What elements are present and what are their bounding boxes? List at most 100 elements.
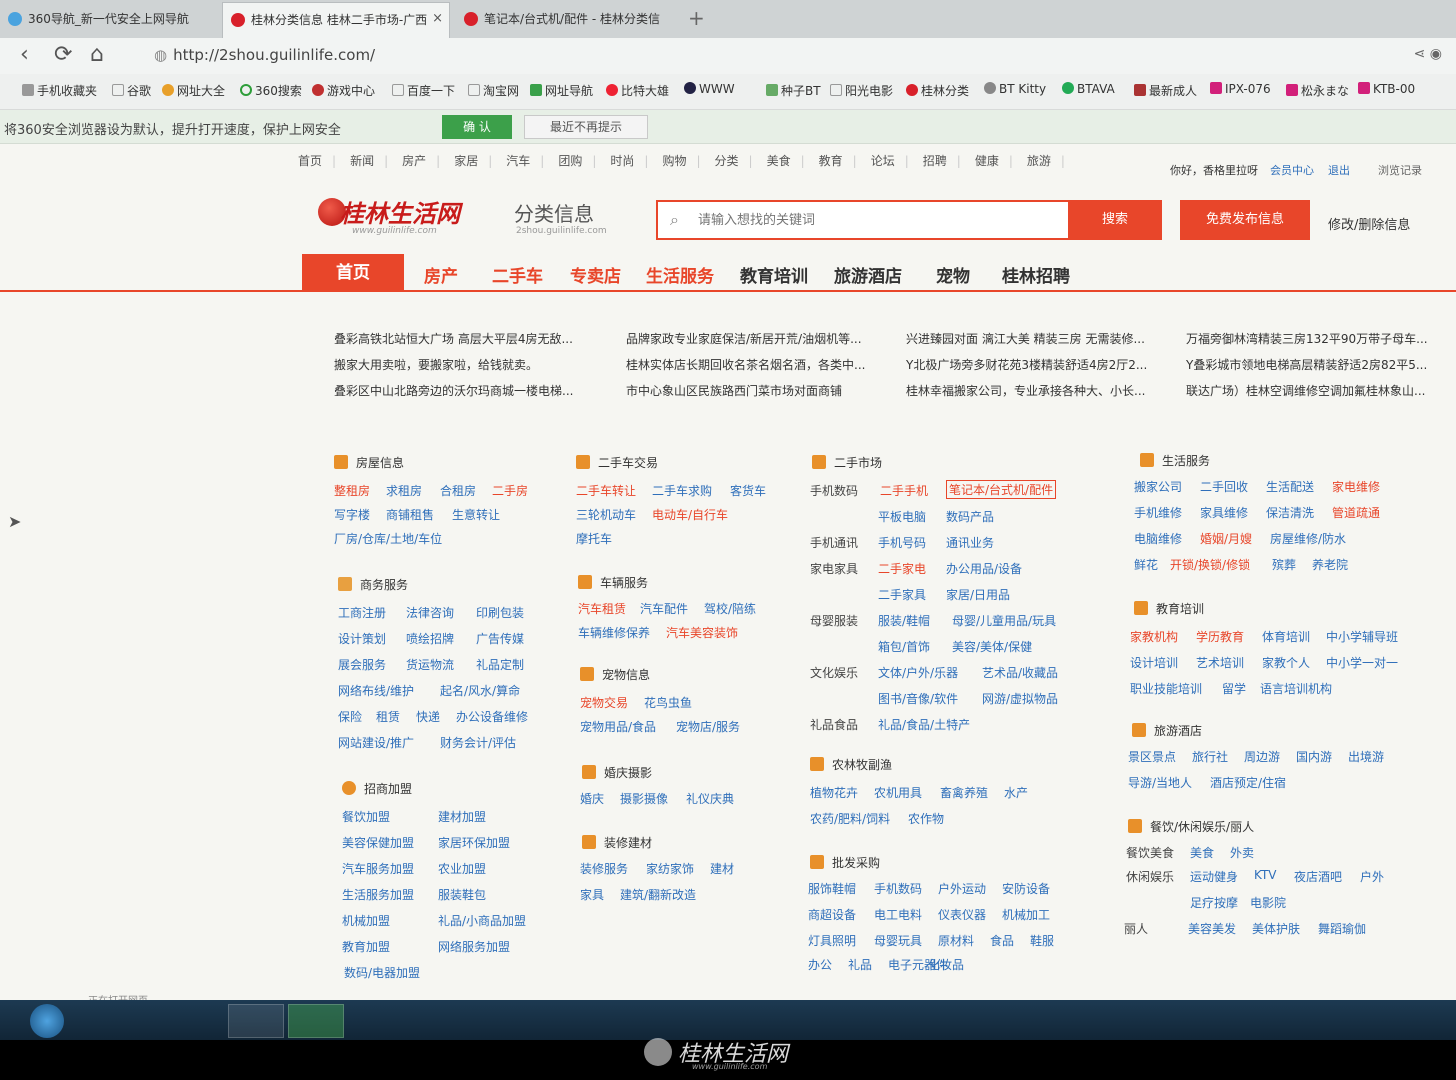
link[interactable]: 数码产品 (946, 508, 994, 525)
link[interactable]: 教育加盟 (342, 938, 390, 955)
link[interactable]: 摄影摄像 (620, 790, 668, 807)
bookmark-item[interactable]: BTAVA (1062, 82, 1115, 96)
link[interactable]: 二手车求购 (652, 482, 712, 499)
link[interactable]: 建筑/翻新改造 (620, 886, 696, 903)
topnav-item[interactable]: 汽车 (506, 154, 544, 168)
bookmark-item[interactable]: 百度一下 (392, 82, 455, 99)
logout-link[interactable]: 退出 (1328, 162, 1350, 178)
headline-link[interactable]: 搬家大用卖啦，要搬家啦，给钱就卖。 (334, 356, 606, 373)
link[interactable]: 电工电料 (874, 906, 922, 923)
bookmark-item[interactable]: 松永まな (1286, 82, 1349, 99)
topnav-item[interactable]: 房产 (402, 154, 440, 168)
link[interactable]: 水产 (1004, 784, 1028, 801)
link[interactable]: 出境游 (1348, 748, 1384, 765)
home-icon[interactable]: ⌂ (90, 42, 104, 67)
link[interactable]: 鞋服 (1030, 932, 1054, 949)
bookmark-item[interactable]: 种子BT (766, 82, 821, 99)
headline-link[interactable]: 品牌家政专业家庭保洁/新居开荒/油烟机等... (626, 330, 898, 347)
link[interactable]: 保险 (338, 708, 362, 725)
bookmark-item[interactable]: 网址导航 (530, 82, 593, 99)
link[interactable]: 生活配送 (1266, 478, 1314, 495)
link[interactable]: 汽车美容装饰 (666, 624, 738, 641)
link[interactable]: 职业技能培训 (1130, 680, 1202, 697)
share-icon[interactable]: ⋖ ◉ (1414, 46, 1442, 62)
topnav-item[interactable]: 家居 (454, 154, 492, 168)
category-food-fun-beauty[interactable]: 餐饮/休闲娱乐/丽人 (1128, 818, 1254, 835)
link[interactable]: 语言培训机构 (1260, 680, 1332, 697)
link[interactable]: 文体/户外/乐器 (878, 664, 958, 681)
history-dropdown[interactable]: 浏览记录 (1378, 162, 1422, 178)
close-tab-icon[interactable]: × (432, 11, 443, 26)
link[interactable]: 母婴/儿童用品/玩具 (952, 612, 1056, 629)
headline-link[interactable]: 万福旁御林湾精装三房132平90万带子母车... (1186, 330, 1448, 347)
link[interactable]: 灯具照明 (808, 932, 856, 949)
topnav-item[interactable]: 首页 (298, 154, 336, 168)
topnav-item[interactable]: 团购 (558, 154, 596, 168)
link[interactable]: 摩托车 (576, 530, 612, 547)
link[interactable]: 花鸟虫鱼 (644, 694, 692, 711)
link[interactable]: 礼品 (848, 956, 872, 973)
bookmark-item[interactable]: IPX-076 (1210, 82, 1271, 96)
link[interactable]: 服饰鞋帽 (808, 880, 856, 897)
link[interactable]: 房屋维修/防水 (1270, 530, 1346, 547)
link[interactable]: 景区景点 (1128, 748, 1176, 765)
topnav-item[interactable]: 购物 (662, 154, 700, 168)
bookmark-item[interactable]: 360搜索 (240, 82, 302, 99)
link[interactable]: 婚庆 (580, 790, 604, 807)
link[interactable]: 三轮机动车 (576, 506, 636, 523)
headline-link[interactable]: Y叠彩城市领地电梯高层精装舒适2房82平5... (1186, 356, 1448, 373)
bookmark-item[interactable]: 最新成人 (1134, 82, 1197, 99)
link[interactable]: 养老院 (1312, 556, 1348, 573)
link[interactable]: 农药/肥料/饲料 (810, 810, 890, 827)
link[interactable]: 通讯业务 (946, 534, 994, 551)
dismiss-button[interactable]: 最近不再提示 (524, 115, 648, 139)
link[interactable]: 家居/日用品 (946, 586, 1010, 603)
link[interactable]: 广告传媒 (476, 630, 524, 647)
link[interactable]: 法律咨询 (406, 604, 454, 621)
member-center-link[interactable]: 会员中心 (1270, 162, 1314, 178)
link[interactable]: 家纺家饰 (646, 860, 694, 877)
link[interactable]: 商铺租售 (386, 506, 434, 523)
link[interactable]: 殡葬 (1272, 556, 1296, 573)
tab-guilin-fenlei[interactable]: 桂林分类信息 桂林二手市场-广西 × (222, 2, 450, 38)
link[interactable]: 服装鞋包 (438, 886, 486, 903)
topnav-item[interactable]: 美食 (767, 154, 805, 168)
link[interactable]: 网游/虚拟物品 (982, 690, 1058, 707)
link[interactable]: 二手房 (492, 482, 528, 499)
headline-link[interactable]: 叠彩区中山北路旁边的沃尔玛商城一楼电梯... (334, 382, 606, 399)
link[interactable]: 美容美发 (1188, 920, 1236, 937)
refresh-icon[interactable]: ⟳ (54, 42, 72, 67)
link[interactable]: 足疗按摩 (1190, 894, 1238, 911)
link[interactable]: 体育培训 (1262, 628, 1310, 645)
link[interactable]: 生活服务加盟 (342, 886, 414, 903)
link[interactable]: 原材料 (938, 932, 974, 949)
start-button[interactable] (30, 1004, 64, 1038)
link[interactable]: 夜店酒吧 (1294, 868, 1342, 885)
link[interactable]: 周边游 (1244, 748, 1280, 765)
link[interactable]: 外卖 (1230, 844, 1254, 861)
link[interactable]: 舞蹈瑜伽 (1318, 920, 1366, 937)
headline-link[interactable]: 叠彩高铁北站恒大广场 高层大平层4房无敌... (334, 330, 606, 347)
link[interactable]: 礼品/食品/土特产 (878, 716, 970, 733)
link[interactable]: 艺术品/收藏品 (982, 664, 1058, 681)
link[interactable]: 汽车服务加盟 (342, 860, 414, 877)
back-icon[interactable]: ‹ (20, 42, 29, 67)
link[interactable]: 合租房 (440, 482, 476, 499)
link[interactable]: 农作物 (908, 810, 944, 827)
nav-education[interactable]: 教育培训 (740, 262, 808, 287)
link[interactable]: 驾校/陪练 (704, 600, 756, 617)
link[interactable]: 装修服务 (580, 860, 628, 877)
headline-link[interactable]: Y北极广场旁多财花苑3楼精装舒适4房2厅2... (906, 356, 1178, 373)
bookmark-item[interactable]: 谷歌 (112, 82, 151, 99)
link[interactable]: 仪表仪器 (938, 906, 986, 923)
category-wedding[interactable]: 婚庆摄影 (582, 764, 652, 781)
link[interactable]: 管道疏通 (1332, 504, 1380, 521)
bookmark-item[interactable]: WWW (684, 82, 735, 96)
link[interactable]: 设计策划 (338, 630, 386, 647)
category-second-hand[interactable]: 二手市场 (812, 454, 882, 471)
link[interactable]: 二手家具 (878, 586, 926, 603)
bookmark-item[interactable]: 网址大全 (162, 82, 225, 99)
link[interactable]: 财务会计/评估 (440, 734, 516, 751)
link[interactable]: 宠物店/服务 (676, 718, 740, 735)
link[interactable]: 电动车/自行车 (652, 506, 728, 523)
